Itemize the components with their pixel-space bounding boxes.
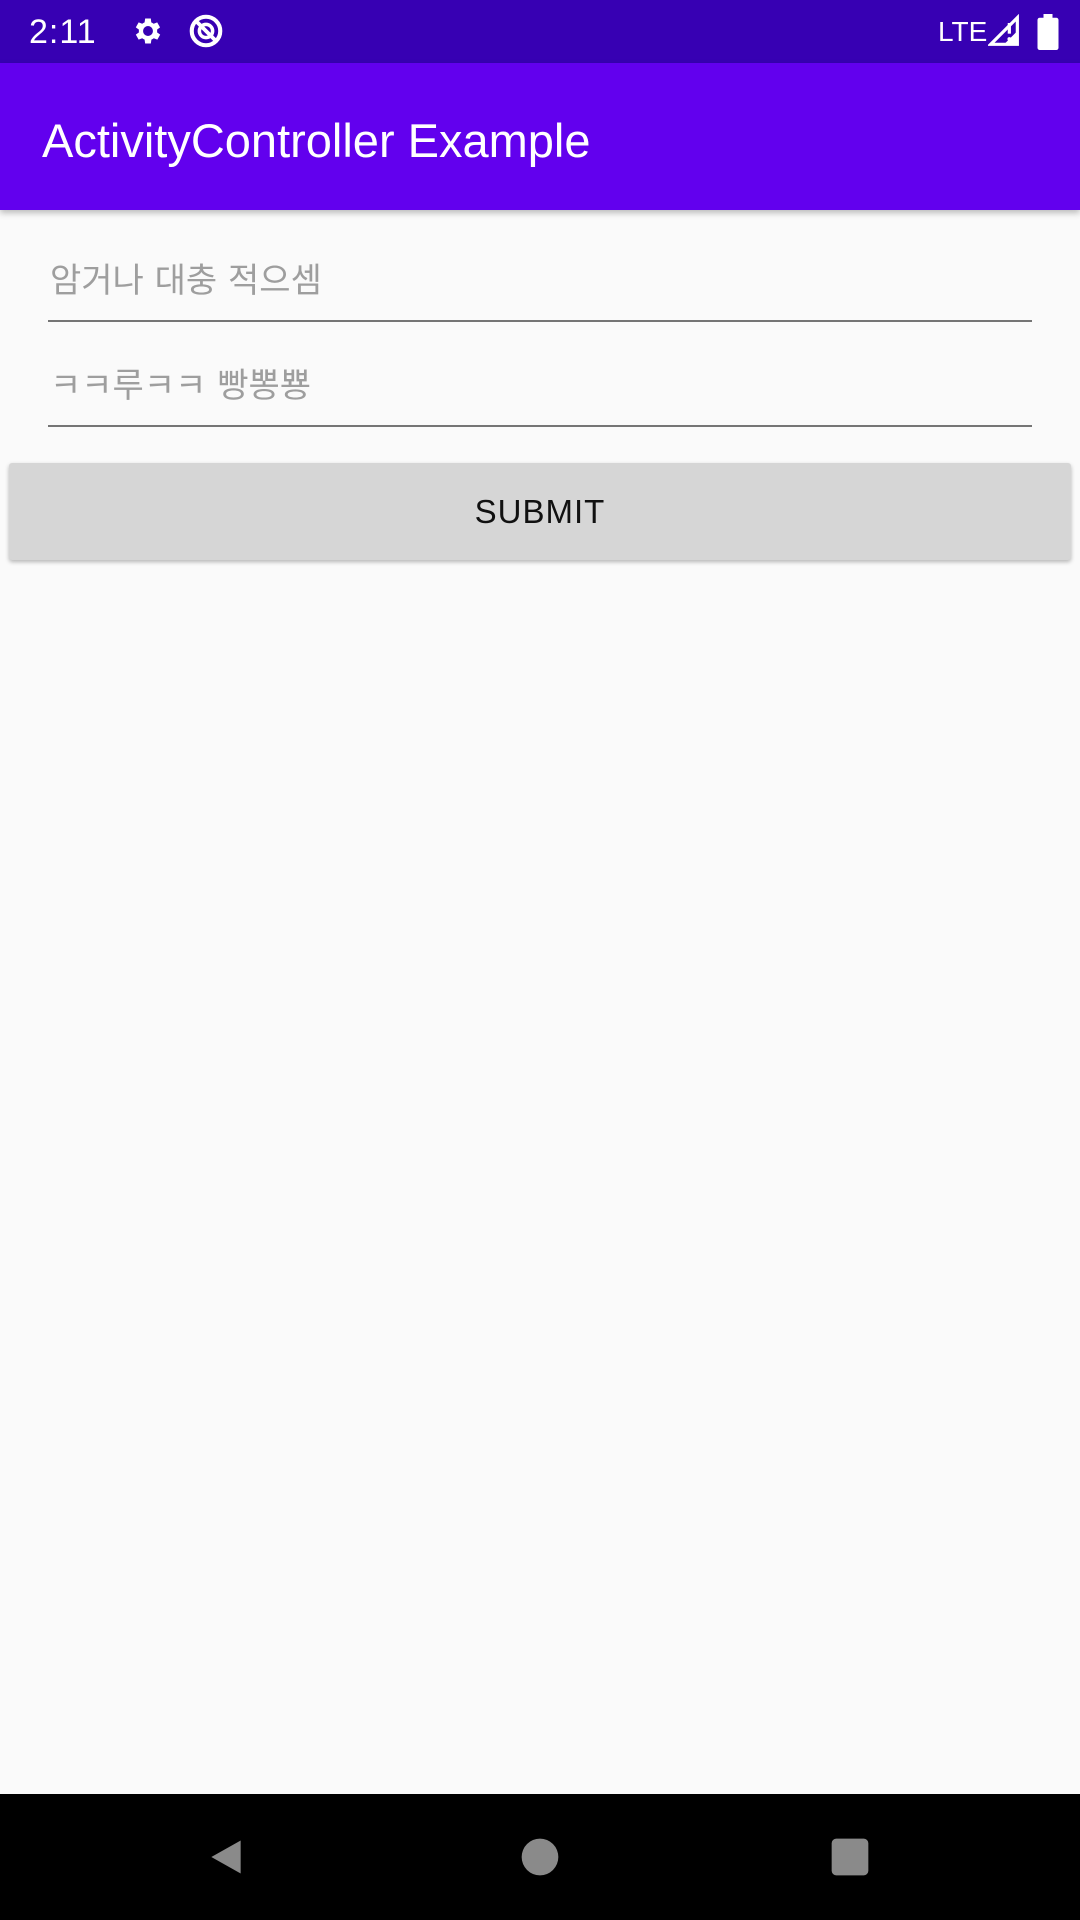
recents-icon xyxy=(831,1838,869,1876)
app-title: ActivityController Example xyxy=(42,114,591,167)
battery-icon xyxy=(1037,14,1059,54)
screen: 2:11 LTE ActivityController Example 암거나 … xyxy=(0,0,1080,1920)
status-time: 2:11 xyxy=(29,13,97,51)
settings-icon xyxy=(131,14,165,52)
back-button[interactable] xyxy=(183,1814,269,1900)
submit-button[interactable]: SUBMIT xyxy=(9,463,1071,560)
do-not-disturb-icon xyxy=(187,12,225,54)
navigation-bar xyxy=(0,1794,1080,1920)
home-icon xyxy=(521,1838,559,1876)
status-bar: 2:11 LTE xyxy=(0,0,1080,63)
text-input-2[interactable] xyxy=(48,357,1032,427)
text-input-1[interactable] xyxy=(48,252,1032,322)
signal-icon xyxy=(986,13,1020,52)
home-button[interactable] xyxy=(497,1814,583,1900)
app-bar: ActivityController Example xyxy=(0,63,1080,210)
back-icon xyxy=(211,1840,241,1874)
network-type: LTE xyxy=(938,16,988,47)
recents-button[interactable] xyxy=(807,1814,893,1900)
